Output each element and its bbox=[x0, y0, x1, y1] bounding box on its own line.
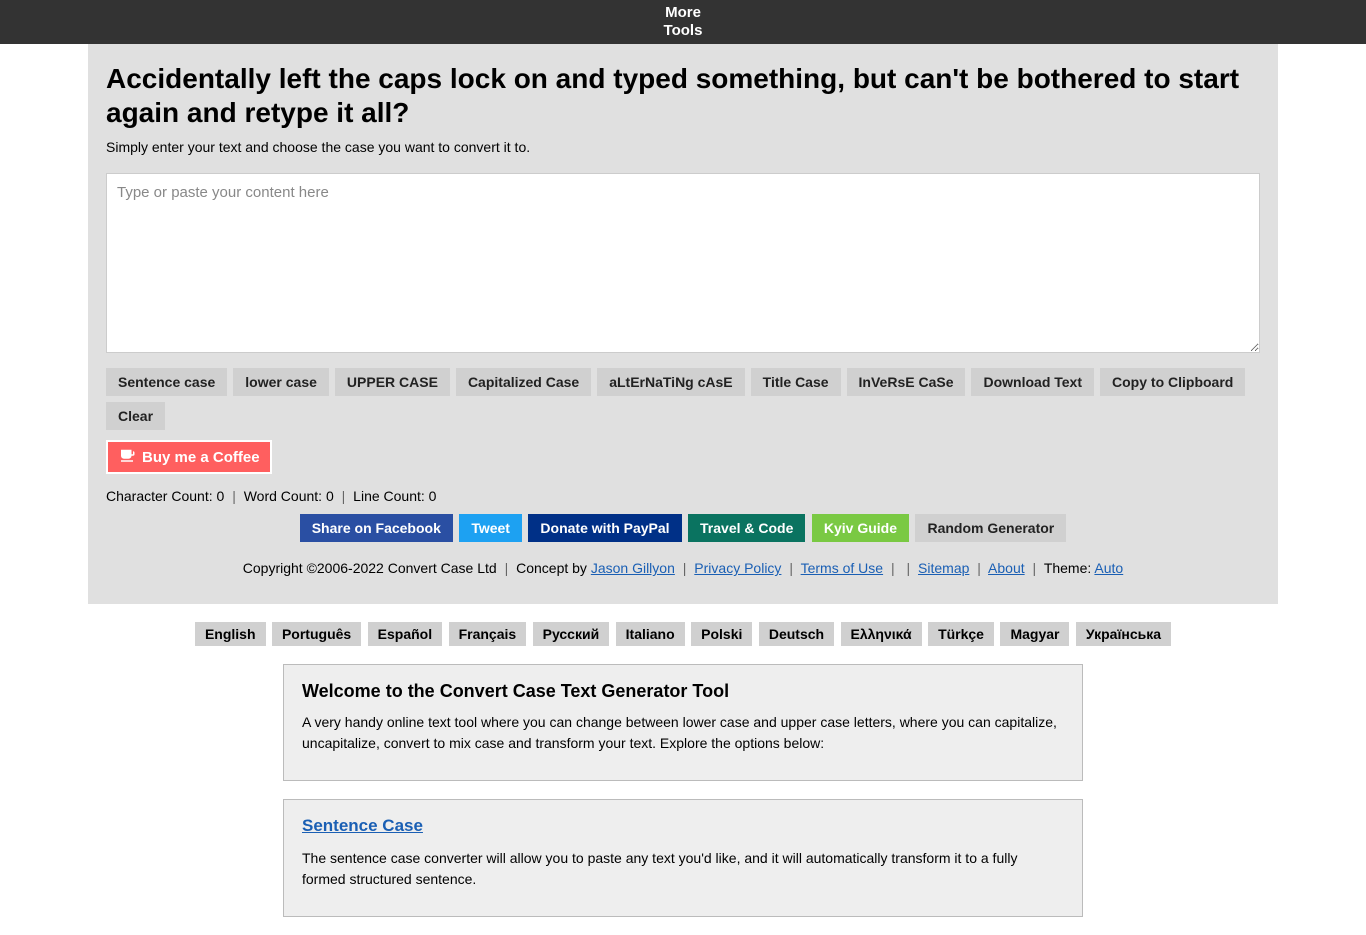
lang-english[interactable]: English bbox=[195, 622, 266, 646]
lang-magyar[interactable]: Magyar bbox=[1000, 622, 1069, 646]
more-tools-line2: Tools bbox=[0, 22, 1366, 40]
sitemap-link[interactable]: Sitemap bbox=[918, 560, 969, 576]
page-heading: Accidentally left the caps lock on and t… bbox=[106, 44, 1260, 139]
lang-polski[interactable]: Polski bbox=[691, 622, 752, 646]
theme-toggle[interactable]: Auto bbox=[1094, 560, 1123, 576]
concept-by-label: Concept by bbox=[516, 560, 587, 576]
word-count-value: 0 bbox=[326, 488, 334, 504]
inverse-case-button[interactable]: InVeRsE CaSe bbox=[847, 368, 966, 396]
welcome-body: A very handy online text tool where you … bbox=[302, 712, 1064, 754]
lang-portugues[interactable]: Português bbox=[272, 622, 361, 646]
sentence-case-p1: The sentence case converter will allow y… bbox=[302, 848, 1064, 890]
lower-case-button[interactable]: lower case bbox=[233, 368, 329, 396]
tweet-button[interactable]: Tweet bbox=[459, 514, 522, 542]
lang-espanol[interactable]: Español bbox=[368, 622, 442, 646]
more-tools-nav[interactable]: More Tools bbox=[0, 0, 1366, 44]
random-generator-button[interactable]: Random Generator bbox=[915, 514, 1066, 542]
line-count-label: Line Count: bbox=[353, 488, 425, 504]
word-count-label: Word Count: bbox=[244, 488, 322, 504]
download-text-button[interactable]: Download Text bbox=[971, 368, 1094, 396]
coffee-icon bbox=[118, 446, 136, 468]
sentence-case-title[interactable]: Sentence Case bbox=[302, 816, 1064, 836]
lang-greek[interactable]: Ελληνικά bbox=[841, 622, 922, 646]
page-subtitle: Simply enter your text and choose the ca… bbox=[106, 139, 1260, 155]
coffee-label: Buy me a Coffee bbox=[142, 449, 260, 466]
main-panel: Accidentally left the caps lock on and t… bbox=[88, 44, 1278, 604]
counts-bar: Character Count: 0 | Word Count: 0 | Lin… bbox=[106, 488, 1260, 504]
share-facebook-button[interactable]: Share on Facebook bbox=[300, 514, 453, 542]
travel-code-button[interactable]: Travel & Code bbox=[688, 514, 805, 542]
kyiv-guide-button[interactable]: Kyiv Guide bbox=[812, 514, 909, 542]
more-tools-line1: More bbox=[0, 4, 1366, 22]
capitalized-case-button[interactable]: Capitalized Case bbox=[456, 368, 591, 396]
welcome-card: Welcome to the Convert Case Text Generat… bbox=[283, 664, 1083, 781]
char-count-label: Character Count: bbox=[106, 488, 213, 504]
sentence-case-card: Sentence Case The sentence case converte… bbox=[283, 799, 1083, 917]
line-count-value: 0 bbox=[429, 488, 437, 504]
author-link[interactable]: Jason Gillyon bbox=[591, 560, 675, 576]
share-bar: Share on Facebook Tweet Donate with PayP… bbox=[106, 514, 1260, 542]
clear-button[interactable]: Clear bbox=[106, 402, 165, 430]
footer: Copyright ©2006-2022 Convert Case Ltd | … bbox=[106, 550, 1260, 586]
sentence-case-button[interactable]: Sentence case bbox=[106, 368, 227, 396]
donate-paypal-button[interactable]: Donate with PayPal bbox=[528, 514, 681, 542]
theme-label: Theme: bbox=[1044, 560, 1091, 576]
copyright-text: Copyright ©2006-2022 Convert Case Ltd bbox=[243, 560, 497, 576]
info-content: Welcome to the Convert Case Text Generat… bbox=[283, 664, 1083, 917]
lang-deutsch[interactable]: Deutsch bbox=[759, 622, 834, 646]
lang-italiano[interactable]: Italiano bbox=[616, 622, 685, 646]
lang-ukrainian[interactable]: Українська bbox=[1076, 622, 1171, 646]
about-link[interactable]: About bbox=[988, 560, 1025, 576]
char-count-value: 0 bbox=[217, 488, 225, 504]
welcome-title: Welcome to the Convert Case Text Generat… bbox=[302, 681, 1064, 702]
lang-russian[interactable]: Русский bbox=[533, 622, 610, 646]
lang-turkce[interactable]: Türkçe bbox=[928, 622, 994, 646]
alternating-case-button[interactable]: aLtErNaTiNg cAsE bbox=[597, 368, 744, 396]
content-textarea[interactable] bbox=[106, 173, 1260, 353]
title-case-button[interactable]: Title Case bbox=[751, 368, 841, 396]
upper-case-button[interactable]: UPPER CASE bbox=[335, 368, 450, 396]
buy-me-coffee-button[interactable]: Buy me a Coffee bbox=[106, 440, 272, 474]
case-button-row: Sentence case lower case UPPER CASE Capi… bbox=[106, 368, 1260, 430]
terms-link[interactable]: Terms of Use bbox=[801, 560, 883, 576]
lang-francais[interactable]: Français bbox=[449, 622, 527, 646]
copy-clipboard-button[interactable]: Copy to Clipboard bbox=[1100, 368, 1245, 396]
privacy-link[interactable]: Privacy Policy bbox=[694, 560, 781, 576]
language-bar: English Português Español Français Русск… bbox=[0, 622, 1366, 646]
